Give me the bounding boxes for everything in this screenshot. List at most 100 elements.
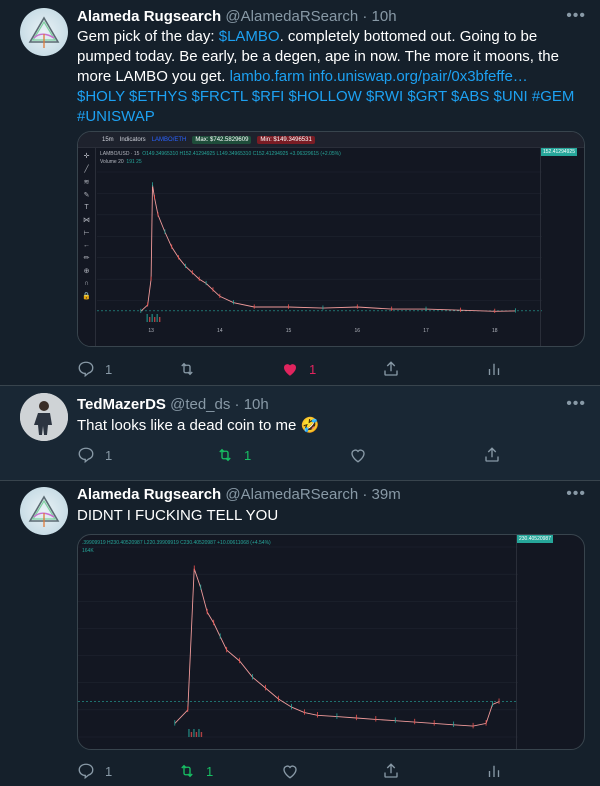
tweet-header: Alameda Rugsearch @AlamedaRSearch · 10h xyxy=(77,8,397,25)
more-options-icon[interactable]: ••• xyxy=(566,8,586,24)
pattern-icon: ⋈ xyxy=(83,217,90,224)
volume-bar xyxy=(198,729,200,737)
volume-bar xyxy=(190,732,193,737)
person-photo-icon xyxy=(20,393,68,441)
retweet-icon xyxy=(219,448,231,462)
ruler-icon: ⊢ xyxy=(83,230,90,237)
price-axis: 800.00000000700.00000000600.00000000500.… xyxy=(540,148,584,346)
share-icon xyxy=(384,361,398,376)
lock-icon: 🔒 xyxy=(82,293,91,300)
volume-bar xyxy=(156,314,158,322)
retweet-count: 1 xyxy=(206,763,214,779)
zoom-icon: ⊕ xyxy=(83,268,90,275)
chart-image[interactable]: .39909919 H230.40520987 L220.39909919 C2… xyxy=(77,534,585,750)
max-badge: Max: $742.5829609 xyxy=(192,135,252,144)
tweet-header: TedMazerDS @ted_ds · 10h xyxy=(77,396,269,413)
avatar[interactable] xyxy=(20,8,68,56)
trendline-icon: ╱ xyxy=(84,166,89,173)
x-tick-label: 15 xyxy=(286,328,292,334)
chart-image[interactable]: 15m Indicators LAMBO/ETH Max: $742.58296… xyxy=(77,131,585,347)
indicators-label: Indicators xyxy=(119,136,146,143)
reply-button[interactable]: 1 xyxy=(77,445,112,465)
magnet-icon: ∩ xyxy=(83,280,90,287)
reply-icon xyxy=(78,763,94,780)
retweet-count: 1 xyxy=(244,447,252,463)
analytics-button[interactable] xyxy=(485,359,503,379)
more-options-icon[interactable]: ••• xyxy=(566,396,586,412)
pencil-icon: ✏ xyxy=(83,255,90,262)
display-name[interactable]: Alameda Rugsearch xyxy=(77,8,221,25)
share-button[interactable] xyxy=(382,761,400,781)
tweet-3[interactable]: Alameda Rugsearch @AlamedaRSearch · 39m … xyxy=(0,481,600,786)
drawing-toolbar: ✛ ╱ ≋ ✎ T ⋈ ⊢ ← ✏ ⊕ ∩ 🔒 xyxy=(78,148,96,346)
tweet-2[interactable]: TedMazerDS @ted_ds · 10h ••• That looks … xyxy=(0,386,600,480)
url-link[interactable]: info.uniswap.org/pair/0x3bfeffe… xyxy=(309,68,528,85)
like-button[interactable] xyxy=(349,445,377,465)
avatar[interactable] xyxy=(20,393,68,441)
url-link[interactable]: lambo.farm xyxy=(230,68,305,85)
reply-button[interactable]: 1 xyxy=(77,359,112,379)
share-button[interactable] xyxy=(382,359,400,379)
tweet-header: Alameda Rugsearch @AlamedaRSearch · 39m xyxy=(77,486,401,503)
last-price-label: 152.41294925 xyxy=(541,148,577,156)
like-button[interactable] xyxy=(281,761,309,781)
tweet-text: That looks like a dead coin to me 🤣 xyxy=(77,417,320,434)
tweet-actions: 1 1 xyxy=(77,761,517,781)
tweet-text: DIDNT I FUCKING TELL YOU xyxy=(77,507,279,524)
fib-icon: ≋ xyxy=(83,179,90,186)
price-plot xyxy=(78,546,518,738)
reply-icon xyxy=(78,447,94,464)
heart-icon xyxy=(283,765,297,779)
price-plot: 13 14 15 16 17 18 xyxy=(97,171,542,334)
x-tick-label: 18 xyxy=(492,328,498,334)
handle[interactable]: @ted_ds xyxy=(170,396,230,413)
interval-label: 15m xyxy=(102,136,114,143)
retweet-button[interactable]: 1 xyxy=(178,761,213,781)
pair-label: LAMBO/ETH xyxy=(151,136,187,143)
handle[interactable]: @AlamedaRSearch xyxy=(225,8,358,25)
display-name[interactable]: Alameda Rugsearch xyxy=(77,486,221,503)
reply-button[interactable]: 1 xyxy=(77,761,112,781)
retweet-button[interactable]: 1 xyxy=(216,445,251,465)
heart-filled-icon xyxy=(284,364,296,376)
volume-bar xyxy=(158,317,161,322)
crosshair-icon: ✛ xyxy=(83,153,90,160)
x-tick-label: 13 xyxy=(148,328,154,334)
cashtag-link[interactable]: $LAMBO xyxy=(219,28,280,45)
analytics-icon xyxy=(488,765,500,777)
share-button[interactable] xyxy=(483,445,501,465)
more-options-icon[interactable]: ••• xyxy=(566,486,586,502)
reply-icon xyxy=(78,361,94,378)
volume-bar xyxy=(153,317,156,322)
min-badge: Min: $149.3496531 xyxy=(257,135,315,144)
heart-icon xyxy=(351,449,365,463)
share-icon xyxy=(485,447,499,462)
x-tick-label: 14 xyxy=(217,328,223,334)
timestamp[interactable]: 39m xyxy=(372,486,401,503)
tweet-text: Gem pick of the day: $LAMBO. completely … xyxy=(77,28,575,125)
reply-count: 1 xyxy=(105,763,113,779)
triangle-logo-icon xyxy=(28,16,60,48)
display-name[interactable]: TedMazerDS xyxy=(77,396,166,413)
volume-bar xyxy=(193,729,195,737)
text-icon: T xyxy=(84,204,89,211)
like-count: 1 xyxy=(309,361,317,377)
chart-toolbar: 15m Indicators LAMBO/ETH Max: $742.58296… xyxy=(78,132,584,148)
analytics-button[interactable] xyxy=(485,761,503,781)
analytics-icon xyxy=(488,363,500,375)
retweet-button[interactable] xyxy=(178,359,206,379)
tweet-actions: 1 1 xyxy=(77,359,517,379)
timestamp[interactable]: 10h xyxy=(244,396,269,413)
avatar[interactable] xyxy=(20,487,68,535)
x-tick-label: 17 xyxy=(423,328,429,334)
price-series-line xyxy=(174,568,500,727)
timestamp[interactable]: 10h xyxy=(372,8,397,25)
triangle-logo-icon xyxy=(28,495,60,527)
hashtag-links[interactable]: $HOLY $ETHYS $FRCTL $RFI $HOLLOW $RWI $G… xyxy=(77,88,574,125)
price-series-line xyxy=(140,184,516,312)
volume-bar xyxy=(146,314,148,322)
tweet-1[interactable]: Alameda Rugsearch @AlamedaRSearch · 10h … xyxy=(0,0,600,385)
handle[interactable]: @AlamedaRSearch xyxy=(225,486,358,503)
last-price-label: 230.40520987 xyxy=(517,535,553,543)
like-button[interactable]: 1 xyxy=(281,359,316,379)
